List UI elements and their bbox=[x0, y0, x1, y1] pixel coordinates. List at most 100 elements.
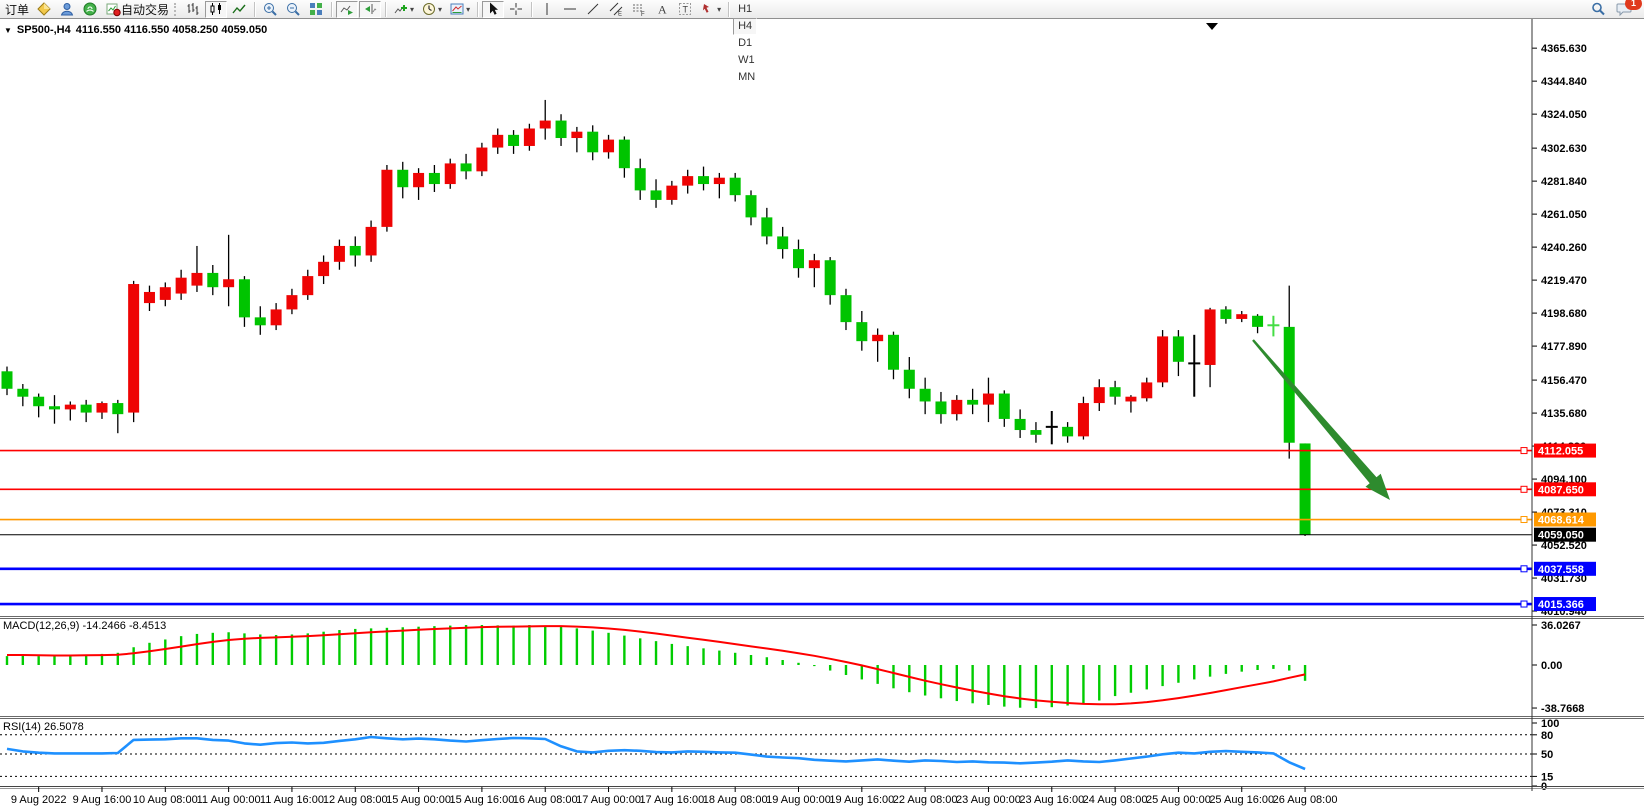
price-axis-label: 4219.470 bbox=[1541, 275, 1587, 287]
candle-body bbox=[1173, 336, 1184, 361]
time-axis-label: 11 Aug 00:00 bbox=[197, 794, 261, 806]
price-axis-label: 4135.680 bbox=[1541, 408, 1587, 420]
horizontal-line-icon bbox=[562, 1, 578, 17]
candle-body bbox=[967, 400, 978, 405]
tile-windows-button[interactable] bbox=[305, 1, 327, 18]
candle-body bbox=[334, 246, 345, 262]
candle-body bbox=[856, 322, 867, 341]
timeframe-button-d1[interactable]: D1 bbox=[733, 35, 757, 52]
timeframe-button-mn[interactable]: MN bbox=[733, 69, 760, 86]
pane-separator bbox=[0, 786, 1644, 787]
pane-separator[interactable] bbox=[0, 618, 1644, 619]
price-line-handle[interactable] bbox=[1521, 517, 1527, 523]
rsi-axis-label: 100 bbox=[1541, 718, 1559, 730]
horizontal-line-button[interactable] bbox=[559, 1, 581, 18]
candle-body bbox=[239, 279, 250, 317]
candle-body bbox=[286, 295, 297, 309]
candle bbox=[128, 281, 139, 422]
auto-scroll-button[interactable] bbox=[336, 1, 358, 18]
bars-chart-button[interactable] bbox=[182, 1, 204, 18]
candlestick-chart-button[interactable] bbox=[205, 1, 227, 18]
chart-shift-button[interactable] bbox=[359, 1, 381, 18]
time-axis-label: 24 Aug 08:00 bbox=[1083, 794, 1148, 806]
candle-body bbox=[223, 279, 234, 287]
candle-body bbox=[429, 173, 440, 184]
candle-body bbox=[112, 403, 123, 414]
timeframe-button-w1[interactable]: W1 bbox=[733, 52, 760, 69]
symbol-period-label: SP500-,H4 bbox=[17, 24, 71, 36]
fibonacci-button[interactable]: F bbox=[628, 1, 650, 18]
price-line-handle[interactable] bbox=[1521, 448, 1527, 454]
price-line-handle[interactable] bbox=[1521, 566, 1527, 572]
cursor-button[interactable] bbox=[482, 1, 504, 18]
toolbar-separator bbox=[531, 2, 532, 17]
auto-scroll-icon bbox=[339, 1, 355, 17]
pane-separator[interactable] bbox=[0, 716, 1644, 717]
candle-body bbox=[49, 406, 60, 409]
chart-canvas[interactable]: 4365.6304344.8404324.0504302.6304281.840… bbox=[0, 0, 1644, 809]
signals-button[interactable] bbox=[79, 1, 101, 18]
candle-body bbox=[461, 163, 472, 171]
text-label-button[interactable]: T bbox=[674, 1, 696, 18]
candle-body bbox=[603, 140, 614, 153]
time-axis-label: 23 Aug 16:00 bbox=[1019, 794, 1084, 806]
indicators-add-icon bbox=[393, 1, 409, 17]
periods-button[interactable]: ▾ bbox=[418, 1, 445, 18]
candle-body bbox=[492, 135, 503, 148]
time-axis-label: 19 Aug 00:00 bbox=[766, 794, 831, 806]
crosshair-button[interactable] bbox=[505, 1, 527, 18]
timeframe-group: M1M5M15M30H1H4D1W1MN bbox=[733, 0, 764, 86]
trendline-button[interactable] bbox=[582, 1, 604, 18]
price-axis-label: 4344.840 bbox=[1541, 76, 1587, 88]
chart-shift-icon bbox=[362, 1, 378, 17]
new-order-button[interactable]: 订单 bbox=[2, 1, 32, 18]
candle-body bbox=[1078, 403, 1089, 436]
candle-body bbox=[413, 173, 424, 187]
price-line-label: 4112.055 bbox=[1538, 446, 1583, 458]
price-line-handle[interactable] bbox=[1521, 486, 1527, 492]
macd-label: MACD(12,26,9) -14.2466 -8.4513 bbox=[3, 620, 166, 632]
pane-separator[interactable] bbox=[0, 616, 1644, 617]
indicators-button[interactable]: ▾ bbox=[390, 1, 417, 18]
candle-body bbox=[144, 292, 155, 303]
timeframe-button-h1[interactable]: H1 bbox=[733, 1, 757, 18]
fibonacci-icon: F bbox=[631, 1, 647, 17]
candle-body bbox=[207, 273, 218, 287]
zoom-out-button[interactable] bbox=[282, 1, 304, 18]
notification-badge[interactable]: 1 bbox=[1625, 0, 1642, 10]
vertical-line-button[interactable] bbox=[536, 1, 558, 18]
candle-body bbox=[761, 217, 772, 236]
candle-body bbox=[1220, 309, 1231, 319]
community-button[interactable] bbox=[56, 1, 78, 18]
templates-button[interactable]: ▾ bbox=[446, 1, 473, 18]
candle bbox=[476, 143, 487, 176]
price-line-handle[interactable] bbox=[1521, 601, 1527, 607]
text-button[interactable]: A bbox=[651, 1, 673, 18]
line-chart-button[interactable] bbox=[228, 1, 250, 18]
candle-body bbox=[128, 284, 139, 413]
candle bbox=[381, 165, 392, 232]
candle-body bbox=[65, 405, 76, 410]
svg-text:A: A bbox=[658, 3, 667, 17]
price-line-label: 4015.366 bbox=[1538, 599, 1584, 611]
arrows-button[interactable]: ▾ bbox=[697, 1, 724, 18]
equidistant-channel-button[interactable]: E bbox=[605, 1, 627, 18]
candle-body bbox=[81, 405, 92, 413]
candle-body bbox=[999, 394, 1010, 419]
zoom-in-button[interactable] bbox=[259, 1, 281, 18]
search-button[interactable] bbox=[1587, 1, 1609, 18]
pane-separator[interactable] bbox=[0, 718, 1644, 719]
pane-separator bbox=[0, 788, 1644, 789]
chart-background bbox=[0, 19, 1644, 809]
text-label-icon: T bbox=[677, 1, 693, 17]
signals-broadcast-icon bbox=[82, 1, 98, 17]
candle-body bbox=[540, 121, 551, 129]
arrows-icon bbox=[700, 1, 716, 17]
price-axis-label: 4281.840 bbox=[1541, 176, 1587, 188]
candle-body bbox=[2, 371, 13, 388]
autotrading-button[interactable]: 自动交易 bbox=[102, 1, 172, 18]
timeframe-button-h4[interactable]: H4 bbox=[733, 18, 757, 35]
time-axis-label: 12 Aug 08:00 bbox=[323, 794, 388, 806]
metaeditor-button[interactable] bbox=[33, 1, 55, 18]
chart-menu-triangle-icon[interactable]: ▼ bbox=[4, 26, 12, 35]
